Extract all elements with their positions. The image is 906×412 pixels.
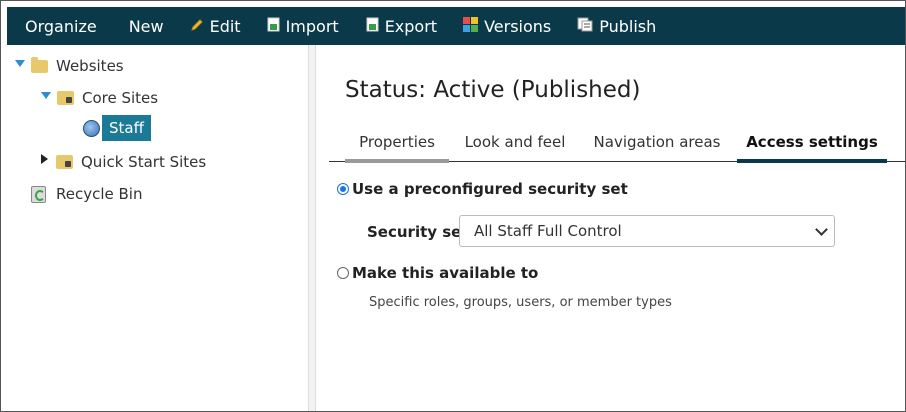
versions-label: Versions bbox=[484, 16, 552, 36]
tree-item-recycle-bin[interactable]: Recycle Bin bbox=[31, 185, 142, 203]
tab-bar: Properties Look and feel Navigation area… bbox=[329, 129, 905, 163]
export-doc-icon bbox=[366, 17, 379, 36]
versions-button[interactable]: Versions bbox=[463, 7, 551, 45]
tab-properties[interactable]: Properties bbox=[345, 129, 449, 163]
site-tree: Websites Core Sites Staff Quick Start Si… bbox=[7, 45, 307, 411]
export-label: Export bbox=[384, 16, 438, 36]
available-to-option-label[interactable]: Make this available to bbox=[352, 264, 538, 282]
security-set-label: Security set bbox=[367, 223, 469, 241]
tree-label-core-sites: Core Sites bbox=[82, 89, 159, 107]
export-button[interactable]: Export bbox=[366, 7, 437, 45]
tree-label-websites: Websites bbox=[56, 57, 124, 75]
new-button[interactable]: New bbox=[129, 7, 164, 45]
page-title: Status: Active (Published) bbox=[345, 77, 641, 103]
edit-label: Edit bbox=[209, 16, 241, 36]
tab-navigation-areas[interactable]: Navigation areas bbox=[583, 129, 731, 159]
tree-label-recycle-bin: Recycle Bin bbox=[56, 185, 143, 203]
locked-folder-icon bbox=[57, 91, 74, 105]
security-set-select[interactable]: All Staff Full Control bbox=[459, 215, 835, 247]
expand-right-icon[interactable] bbox=[41, 154, 48, 164]
locked-folder-icon bbox=[56, 155, 73, 169]
tree-label-staff: Staff bbox=[102, 115, 151, 141]
pane-splitter[interactable] bbox=[308, 45, 316, 411]
edit-button[interactable]: Edit bbox=[190, 7, 241, 45]
tree-item-core-sites[interactable]: Core Sites bbox=[41, 89, 158, 107]
new-label: New bbox=[128, 16, 164, 36]
globe-lock-icon bbox=[83, 119, 100, 137]
preconfigured-radio[interactable] bbox=[337, 183, 349, 195]
import-label: Import bbox=[285, 16, 339, 36]
tree-item-quick-start-sites[interactable]: Quick Start Sites bbox=[41, 153, 206, 171]
versions-grid-icon bbox=[463, 16, 479, 36]
organize-label: Organize bbox=[25, 16, 97, 36]
toolbar: Organize New Edit Import Export Versions… bbox=[7, 7, 905, 45]
tree-label-quick-start-sites: Quick Start Sites bbox=[81, 153, 207, 171]
tab-access-settings[interactable]: Access settings bbox=[737, 129, 887, 163]
chevron-down-icon bbox=[815, 223, 828, 236]
expand-down-icon[interactable] bbox=[41, 91, 51, 99]
preconfigured-option-label[interactable]: Use a preconfigured security set bbox=[352, 180, 628, 198]
available-to-help-text: Specific roles, groups, users, or member… bbox=[369, 295, 672, 310]
publish-label: Publish bbox=[599, 16, 657, 36]
tree-item-staff[interactable]: Staff bbox=[83, 115, 151, 141]
tree-item-websites[interactable]: Websites bbox=[15, 56, 124, 75]
pencil-icon bbox=[190, 17, 204, 36]
publish-button[interactable]: Publish bbox=[577, 7, 656, 45]
recycle-bin-icon bbox=[31, 185, 46, 203]
expand-down-icon[interactable] bbox=[15, 59, 25, 67]
organize-button[interactable]: Organize bbox=[25, 7, 97, 45]
security-set-value: All Staff Full Control bbox=[474, 222, 622, 240]
import-button[interactable]: Import bbox=[267, 7, 339, 45]
app-frame: Organize New Edit Import Export Versions… bbox=[0, 0, 906, 412]
folder-icon bbox=[31, 56, 48, 73]
tab-look-and-feel[interactable]: Look and feel bbox=[457, 129, 573, 159]
available-to-radio[interactable] bbox=[337, 267, 349, 279]
import-doc-icon bbox=[267, 17, 280, 36]
main-panel: Status: Active (Published) Properties Lo… bbox=[317, 45, 905, 411]
publish-icon bbox=[577, 17, 593, 36]
